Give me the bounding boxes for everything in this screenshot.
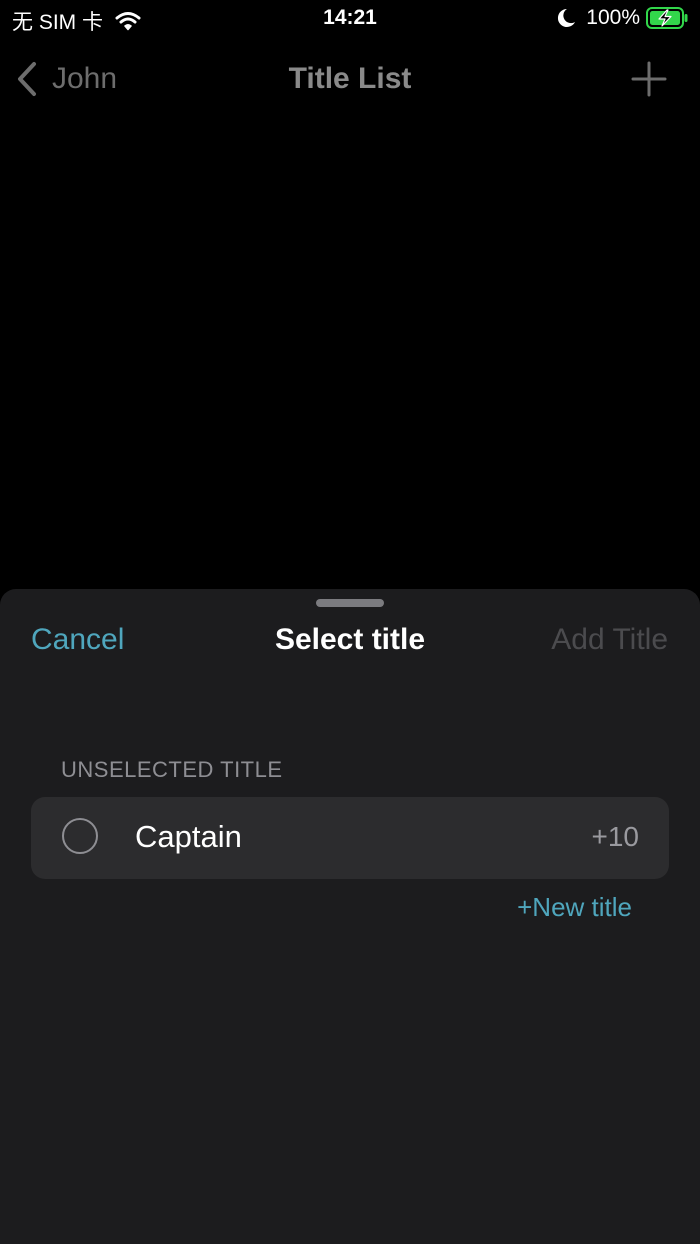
title-name: Captain [135,819,242,854]
screen: 无 SIM 卡 14:21 100% John Title List Cance… [0,0,700,1244]
select-title-sheet: Cancel Select title Add Title UNSELECTED… [0,589,700,1244]
moon-icon [556,7,576,29]
status-bar: 无 SIM 卡 14:21 100% [0,0,700,40]
title-points: +10 [591,821,640,852]
status-right: 100% [556,6,688,30]
add-title-button[interactable]: Add Title [551,623,668,657]
nav-bar: John Title List [0,52,700,108]
sheet-grabber[interactable] [316,599,384,607]
nav-add-button[interactable] [630,60,668,98]
plus-icon [631,61,667,97]
title-row-captain[interactable]: Captain +10 [31,797,669,879]
section-header-unselected: UNSELECTED TITLE [61,757,283,782]
nav-title: Title List [288,62,412,95]
battery-percent: 100% [586,6,640,29]
radio-button-icon[interactable] [62,818,98,854]
sheet-header: Cancel Select title Add Title [0,621,700,661]
battery-charging-icon [646,7,688,29]
new-title-button[interactable]: +New title [517,892,632,923]
